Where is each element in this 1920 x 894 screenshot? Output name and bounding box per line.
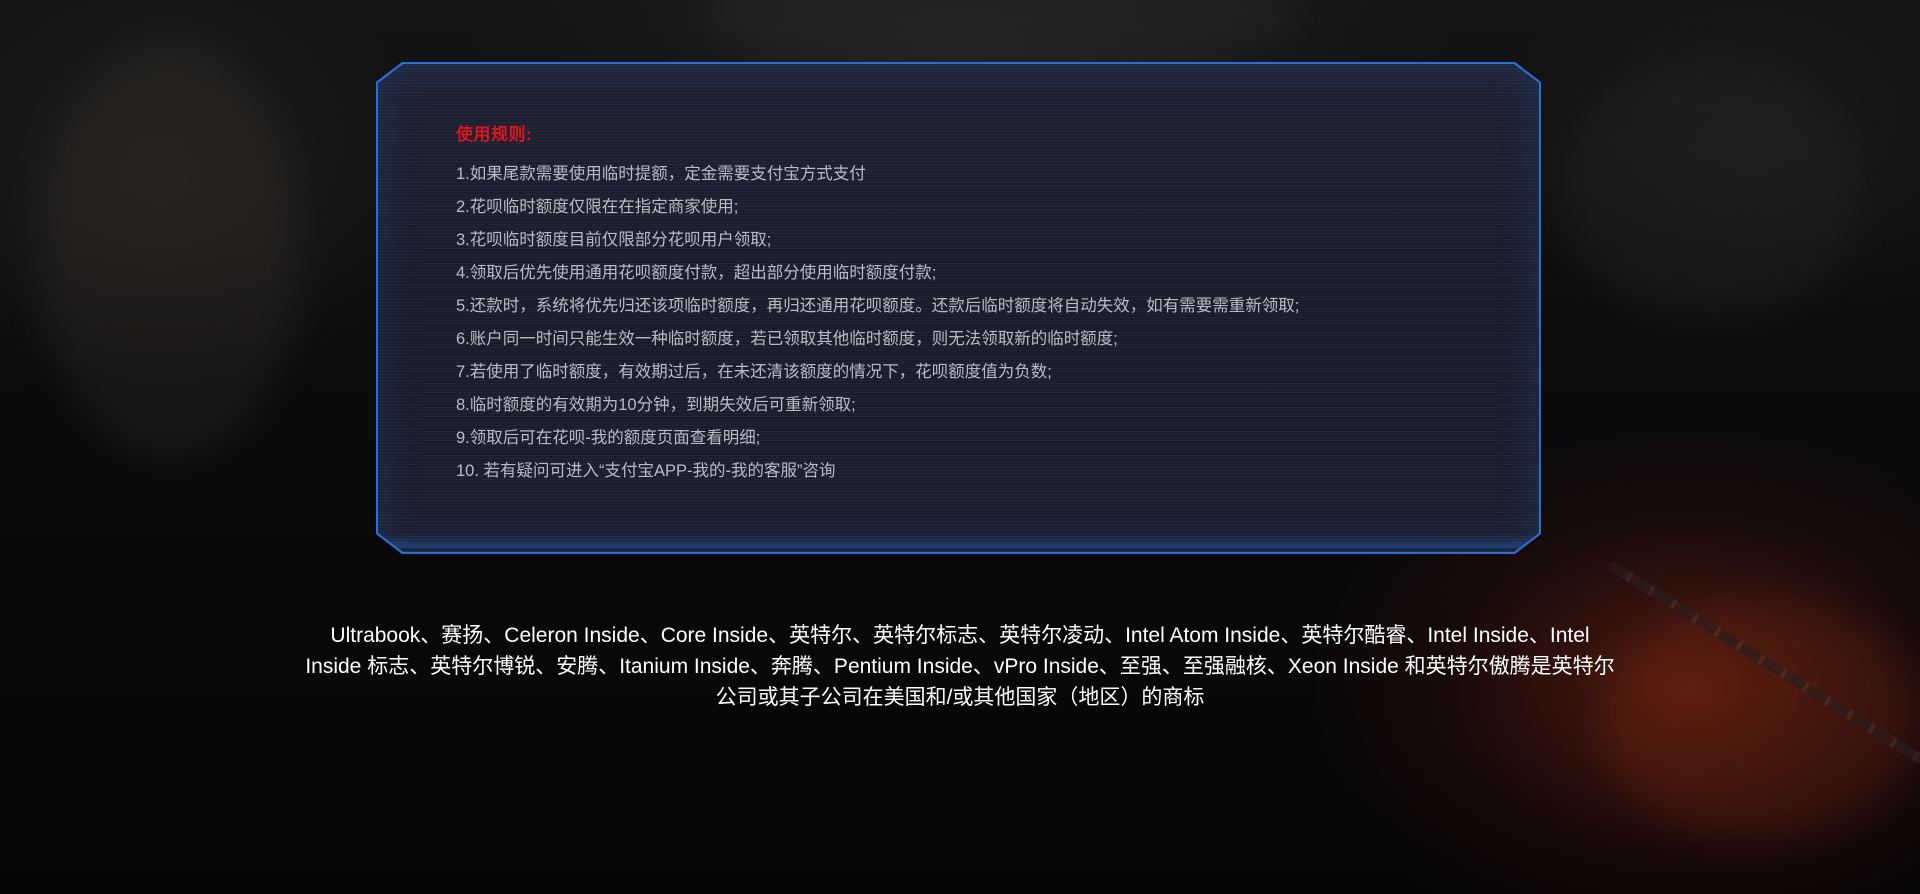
rule-item: 8.临时额度的有效期为10分钟，到期失效后可重新领取; [456, 396, 856, 414]
rule-item: 3.花呗临时额度目前仅限部分花呗用户领取; [456, 231, 772, 249]
background-rock-right [1560, 60, 1860, 320]
rule-item: 2.花呗临时额度仅限在在指定商家使用; [456, 198, 739, 216]
rule-item: 9.领取后可在花呗-我的额度页面查看明细; [456, 429, 761, 447]
background-rock-left [40, 40, 300, 460]
rule-item: 10. 若有疑问可进入“支付宝APP-我的-我的客服”咨询 [456, 462, 836, 480]
rule-item: 4.领取后优先使用通用花呗额度付款，超出部分使用临时额度付款; [456, 264, 937, 282]
rules-panel-body: 使用规则: 1.如果尾款需要使用临时提额，定金需要支付宝方式支付 2.花呗临时额… [378, 64, 1539, 552]
rule-item: 7.若使用了临时额度，有效期过后，在未还清该额度的情况下，花呗额度值为负数; [456, 363, 1052, 381]
rule-item: 1.如果尾款需要使用临时提额，定金需要支付宝方式支付 [456, 165, 866, 183]
panel-bottom-glow [386, 534, 1531, 548]
rule-item: 6.账户同一时间只能生效一种临时额度，若已领取其他临时额度，则无法领取新的临时额… [456, 330, 1118, 348]
trademark-notice: Ultrabook、赛扬、Celeron Inside、Core Inside、… [305, 624, 1615, 709]
page-background: 使用规则: 1.如果尾款需要使用临时提额，定金需要支付宝方式支付 2.花呗临时额… [0, 0, 1920, 894]
rules-title: 使用规则: [456, 125, 533, 144]
background-lava-glow [1600, 600, 1920, 840]
rules-panel: 使用规则: 1.如果尾款需要使用临时提额，定金需要支付宝方式支付 2.花呗临时额… [376, 62, 1541, 554]
rule-item: 5.还款时，系统将优先归还该项临时额度，再归还通用花呗额度。还款后临时额度将自动… [456, 297, 1300, 315]
rules-list: 1.如果尾款需要使用临时提额，定金需要支付宝方式支付 2.花呗临时额度仅限在在指… [456, 158, 1299, 488]
